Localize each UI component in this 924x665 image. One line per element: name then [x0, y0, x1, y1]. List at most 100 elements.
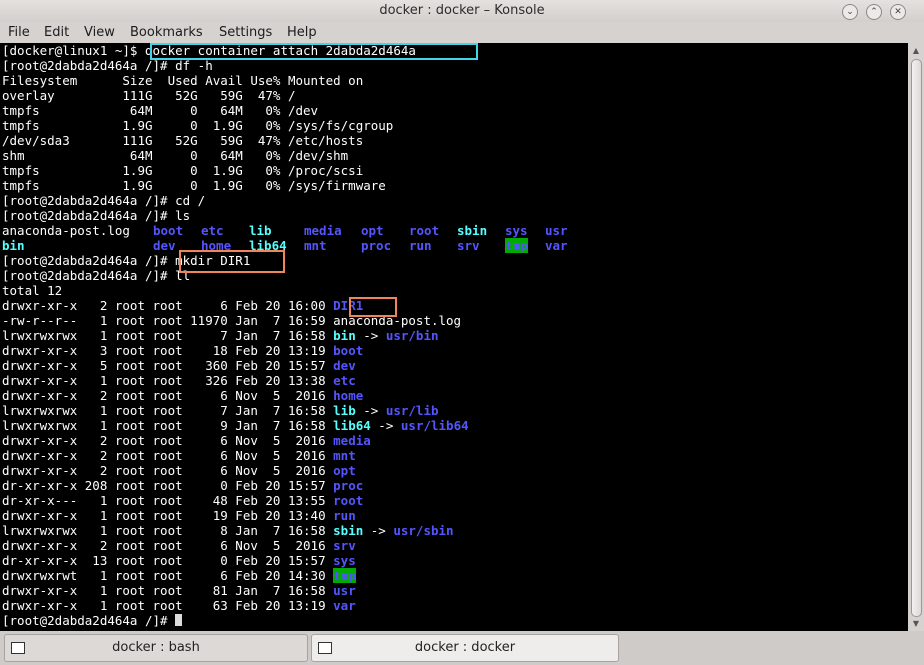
ll-file-name: anaconda-post.log — [333, 313, 462, 328]
ll-meta: drwxr-xr-x 3 root root 18 Feb 20 13:19 — [2, 343, 334, 358]
close-icon[interactable]: ✕ — [890, 4, 906, 20]
prompt-text: [root@2dabda2d464a /]# — [2, 253, 176, 268]
ll-meta: drwxr-xr-x 1 root root 19 Feb 20 13:40 — [2, 508, 334, 523]
terminal-output[interactable]: [docker@linux1 ~]$ docker container atta… — [0, 43, 908, 631]
window-title: docker : docker – Konsole — [379, 3, 545, 18]
ll-meta: drwxrwxrwt 1 root root 6 Feb 20 14:30 — [2, 568, 334, 583]
ls-entry-dir: tmp — [505, 238, 528, 253]
ll-dir-name: home — [333, 388, 364, 403]
ll-dir-name: var — [333, 598, 356, 613]
menu-view[interactable]: View — [84, 25, 115, 40]
menu-edit[interactable]: Edit — [44, 25, 69, 40]
terminal-line: /dev/sda3 111G 52G 59G 47% /etc/hosts — [2, 133, 364, 148]
terminal-line: tmpfs 64M 0 64M 0% /dev — [2, 103, 319, 118]
ll-meta: dr-xr-xr-x 13 root root 0 Feb 20 15:57 — [2, 553, 334, 568]
terminal-line: total 12 — [2, 283, 63, 298]
ls-entry-symlink: lib — [249, 223, 272, 238]
scroll-up-icon[interactable]: ▲ — [911, 46, 921, 56]
ls-entry-dir: opt — [361, 223, 384, 238]
ll-meta: drwxr-xr-x 2 root root 6 Feb 20 16:00 — [2, 298, 334, 313]
terminal-line: [docker@linux1 ~]$ docker container atta… — [2, 43, 416, 58]
ll-row: dr-xr-x--- 1 root root 48 Feb 20 13:55 r… — [2, 493, 363, 508]
ll-dir-name: opt — [333, 463, 356, 478]
terminal-line: tmpfs 1.9G 0 1.9G 0% /sys/fs/cgroup — [2, 118, 394, 133]
scrollbar-thumb[interactable] — [911, 59, 922, 617]
ls-entry-dir: proc — [361, 238, 392, 253]
ll-dir-name: usr — [333, 583, 356, 598]
ll-meta: drwxr-xr-x 1 root root 81 Jan 7 16:58 — [2, 583, 334, 598]
prompt-text: [root@2dabda2d464a /]# — [2, 613, 176, 628]
ll-dir-name: boot — [333, 343, 364, 358]
ll-meta: lrwxrwxrwx 1 root root 9 Jan 7 16:58 — [2, 418, 334, 433]
ll-meta: dr-xr-xr-x 208 root root 0 Feb 20 15:57 — [2, 478, 334, 493]
ll-row: lrwxrwxrwx 1 root root 7 Jan 7 16:58 bin… — [2, 328, 439, 343]
ll-row: lrwxrwxrwx 1 root root 9 Jan 7 16:58 lib… — [2, 418, 469, 433]
ll-dir-name: root — [333, 493, 364, 508]
menu-bookmarks[interactable]: Bookmarks — [130, 25, 203, 40]
ll-dir-name: dev — [333, 358, 356, 373]
symlink-target: usr/lib64 — [400, 418, 469, 433]
maximize-icon[interactable]: ⌃ — [866, 4, 882, 20]
ll-meta: drwxr-xr-x 2 root root 6 Nov 5 2016 — [2, 538, 334, 553]
ls-entry-dir: etc — [201, 223, 224, 238]
ls-entry-dir: srv — [457, 238, 480, 253]
ll-row: drwxr-xr-x 2 root root 6 Feb 20 16:00 DI… — [2, 298, 363, 313]
ll-dir-name: proc — [333, 478, 364, 493]
ls-row: bin dev home lib64 mnt proc run srv tmp … — [2, 238, 906, 253]
ll-row: drwxr-xr-x 1 root root 81 Jan 7 16:58 us… — [2, 583, 356, 598]
ll-meta: lrwxrwxrwx 1 root root 8 Jan 7 16:58 — [2, 523, 334, 538]
ll-row: drwxr-xr-x 5 root root 360 Feb 20 15:57 … — [2, 358, 356, 373]
ll-row: dr-xr-xr-x 13 root root 0 Feb 20 15:57 s… — [2, 553, 356, 568]
ls-entry-symlink: sbin — [457, 223, 488, 238]
ll-meta: dr-xr-x--- 1 root root 48 Feb 20 13:55 — [2, 493, 334, 508]
ll-dir-name: sys — [333, 553, 356, 568]
ls-entry-dir: sys — [505, 223, 528, 238]
ll-dir-name: tmp — [333, 568, 356, 583]
symlink-target: usr/sbin — [393, 523, 454, 538]
ls-entry-file: anaconda-post.log — [2, 223, 130, 238]
ll-row: drwxr-xr-x 2 root root 6 Nov 5 2016 medi… — [2, 433, 371, 448]
symlink-arrow: -> — [363, 523, 394, 538]
menu-help[interactable]: Help — [287, 25, 317, 40]
tab-docker-docker[interactable]: docker : docker — [311, 634, 619, 662]
ll-row: drwxr-xr-x 2 root root 6 Nov 5 2016 srv — [2, 538, 356, 553]
ll-meta: drwxr-xr-x 2 root root 6 Nov 5 2016 — [2, 433, 334, 448]
menu-settings[interactable]: Settings — [219, 25, 272, 40]
ll-meta: drwxr-xr-x 5 root root 360 Feb 20 15:57 — [2, 358, 334, 373]
ls-entry-dir: mnt — [304, 238, 327, 253]
ll-symlink-name: bin — [333, 328, 356, 343]
terminal-line: [root@2dabda2d464a /]# — [2, 613, 183, 628]
ls-entry-dir: boot — [153, 223, 184, 238]
ll-meta: drwxr-xr-x 2 root root 6 Nov 5 2016 — [2, 388, 334, 403]
ll-meta: drwxr-xr-x 1 root root 326 Feb 20 13:38 — [2, 373, 334, 388]
ll-row: lrwxrwxrwx 1 root root 7 Jan 7 16:58 lib… — [2, 403, 439, 418]
ll-row: drwxr-xr-x 1 root root 19 Feb 20 13:40 r… — [2, 508, 356, 523]
command-text: mkdir DIR1 — [175, 253, 251, 268]
ll-symlink-name: sbin — [333, 523, 364, 538]
terminal-scrollbar[interactable]: ▲ ▼ — [908, 43, 924, 631]
ll-row: drwxr-xr-x 2 root root 6 Nov 5 2016 home — [2, 388, 363, 403]
minimize-icon[interactable]: ⌄ — [842, 4, 858, 20]
ls-row: anaconda-post.log boot etc lib media opt… — [2, 223, 906, 238]
ll-dir-name: etc — [333, 373, 356, 388]
ls-entry-dir: dev — [153, 238, 176, 253]
ll-row: drwxr-xr-x 2 root root 6 Nov 5 2016 opt — [2, 463, 356, 478]
ll-symlink-name: lib — [333, 403, 356, 418]
text-cursor — [175, 614, 183, 626]
ls-entry-dir: root — [409, 223, 440, 238]
terminal-line: shm 64M 0 64M 0% /dev/shm — [2, 148, 349, 163]
menu-file[interactable]: File — [8, 25, 30, 40]
symlink-arrow: -> — [355, 328, 386, 343]
ls-entry-dir: run — [409, 238, 432, 253]
ll-dir-name: media — [333, 433, 371, 448]
title-bar: docker : docker – Konsole ⌄ ⌃ ✕ — [0, 0, 924, 22]
ll-meta: drwxr-xr-x 2 root root 6 Nov 5 2016 — [2, 448, 334, 463]
scroll-down-icon[interactable]: ▼ — [911, 619, 921, 629]
prompt-text: [docker@linux1 ~]$ — [2, 43, 145, 58]
ls-entry-symlink: lib64 — [249, 238, 287, 253]
ls-entry-dir: usr — [545, 223, 568, 238]
terminal-line: [root@2dabda2d464a /]# df -h — [2, 58, 213, 73]
ls-entry-dir: media — [304, 223, 342, 238]
ll-dir-name: DIR1 — [333, 298, 364, 313]
tab-docker-bash[interactable]: docker : bash — [4, 634, 308, 662]
